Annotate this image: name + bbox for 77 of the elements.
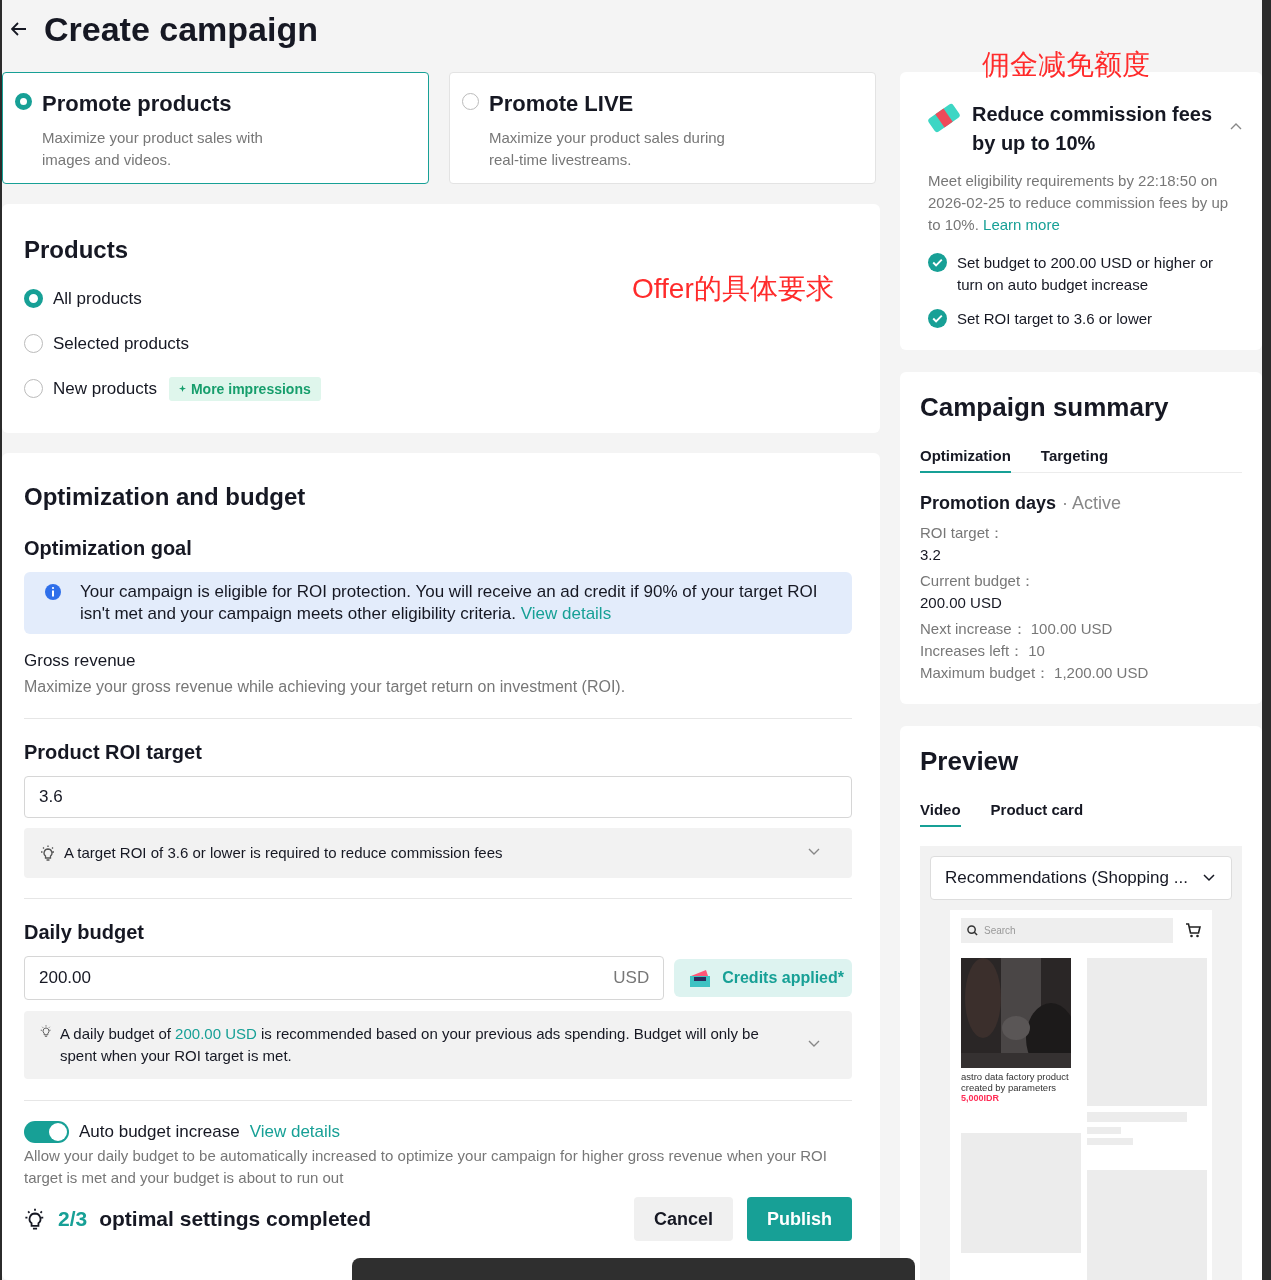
goal-title: Gross revenue — [24, 650, 137, 672]
subsection-title: Daily budget — [24, 921, 145, 944]
field-value: 1,200.00 USD — [1054, 663, 1149, 683]
field-label: Next increase： — [920, 619, 1027, 639]
budget-value: 200.00 — [39, 968, 91, 988]
search-icon — [967, 925, 978, 936]
tab[interactable]: Product card — [990, 801, 1084, 827]
radio-button[interactable] — [462, 93, 479, 110]
progress-count: 2/3 — [58, 1207, 88, 1231]
placement-dropdown[interactable]: Recommendations (Shopping ... — [930, 856, 1232, 900]
product-price: 5,000IDR — [961, 1093, 1001, 1103]
subsection-title: Optimization goal — [24, 537, 193, 560]
field-label: Maximum budget： — [920, 663, 1051, 683]
radio-button[interactable] — [15, 93, 32, 110]
lightbulb-icon — [40, 845, 56, 861]
field-value: 10 — [1028, 641, 1045, 661]
page-title: Create campaign — [44, 9, 318, 49]
card-title: Campaign summary — [920, 392, 1170, 423]
budget-input[interactable]: 200.00 USD — [24, 956, 665, 1000]
chevron-icon[interactable] — [808, 1040, 820, 1048]
product-name: astro data factory product created by parameters — [961, 1071, 1070, 1093]
campaign-type-description: Maximize your product sales during real-time livestreams. — [489, 128, 726, 170]
chevron-icon[interactable] — [1230, 122, 1242, 130]
field-label: Current budget： — [920, 571, 1037, 591]
section-title: Products — [24, 236, 129, 264]
info-icon — [44, 583, 62, 601]
section-label: Promotion days — [920, 493, 1057, 513]
toggle-switch[interactable] — [24, 1121, 69, 1143]
field-label: ROI target： — [920, 523, 1006, 543]
sparkle-icon — [178, 385, 186, 392]
toggle-description: Allow your daily budget to be automatically increased to optimize your campaign for higher gross revenue when your ROI target is met and your budget is about to run out — [24, 1146, 828, 1188]
currency-label: USD — [613, 968, 650, 988]
section-title: Optimization and budget — [24, 483, 307, 511]
goal-description: Maximize your gross revenue while achieving your target return on investment (ROI). — [24, 677, 627, 697]
card-title: Preview — [920, 746, 1020, 777]
back-arrow-icon — [11, 22, 27, 36]
field-value: 100.00 USD — [1030, 619, 1113, 639]
field-value: 3.2 — [920, 545, 942, 565]
status-label: · Active — [1062, 493, 1122, 513]
banner-text: Your campaign is eligible for ROI protection. You will receive an ad credit if 90% of your target ROI isn't met and your campaign meets other eligibility criteria. View details — [80, 581, 819, 625]
lightbulb-icon — [24, 1208, 46, 1230]
campaign-type-title: Promote LIVE — [489, 91, 635, 117]
tab[interactable]: Video — [920, 801, 961, 827]
roi-input[interactable]: 3.6 — [24, 776, 852, 818]
chevron-icon[interactable] — [808, 848, 820, 856]
progress-label: optimal settings completed — [99, 1207, 372, 1231]
option-label[interactable]: All products — [53, 288, 142, 309]
campaign-type-card[interactable]: Promote LIVE Maximize your product sales during real-time livestreams. — [449, 72, 876, 184]
requirement-text: Set ROI target to 3.6 or lower — [957, 309, 1154, 329]
radio-button[interactable] — [24, 334, 43, 353]
toggle-label: Auto budget increase — [79, 1121, 240, 1143]
tip-text: A target ROI of 3.6 or lower is required to reduce commission fees — [64, 843, 503, 863]
field-label: Increases left： — [920, 641, 1025, 661]
subsection-title: Product ROI target — [24, 741, 203, 764]
radio-button[interactable] — [24, 379, 43, 398]
annotation-text: 佣金减免额度 — [982, 48, 1150, 82]
tip-text: A daily budget of 200.00 USD is recommended based on your previous ads spending. Budget will only be spent when your ROI target is met. — [60, 1024, 760, 1066]
tab[interactable]: Optimization — [920, 447, 1011, 473]
requirement-text: Set budget to 200.00 USD or higher or turn on auto budget increase — [957, 253, 1214, 295]
annotation-text: Offer的具体要求 — [632, 272, 834, 306]
cart-icon[interactable] — [1185, 923, 1201, 938]
campaign-type-card[interactable]: Promote products Maximize your product sales with images and videos. — [2, 72, 429, 184]
campaign-type-description: Maximize your product sales with images and videos. — [42, 128, 264, 170]
cancel-button[interactable]: Cancel — [633, 1197, 733, 1241]
promo-title: Reduce commission fees by up to 10% — [972, 102, 1214, 156]
coupon-icon — [688, 968, 713, 988]
promo-description: Meet eligibility requirements by 22:18:50 on 2026-02-25 to reduce commission fees by up to 10%. Learn more — [928, 171, 1230, 235]
search-placeholder: Search — [984, 925, 1016, 936]
radio-button[interactable] — [24, 289, 43, 308]
campaign-type-title: Promote products — [42, 91, 233, 117]
badge-label: More impressions — [190, 380, 311, 397]
lightbulb-icon — [40, 1023, 52, 1039]
chevron-icon — [1203, 874, 1215, 882]
option-label[interactable]: Selected products — [53, 333, 190, 354]
option-label[interactable]: New products — [53, 378, 157, 399]
tab[interactable]: Targeting — [1040, 447, 1109, 473]
field-value: 200.00 USD — [920, 593, 1003, 613]
